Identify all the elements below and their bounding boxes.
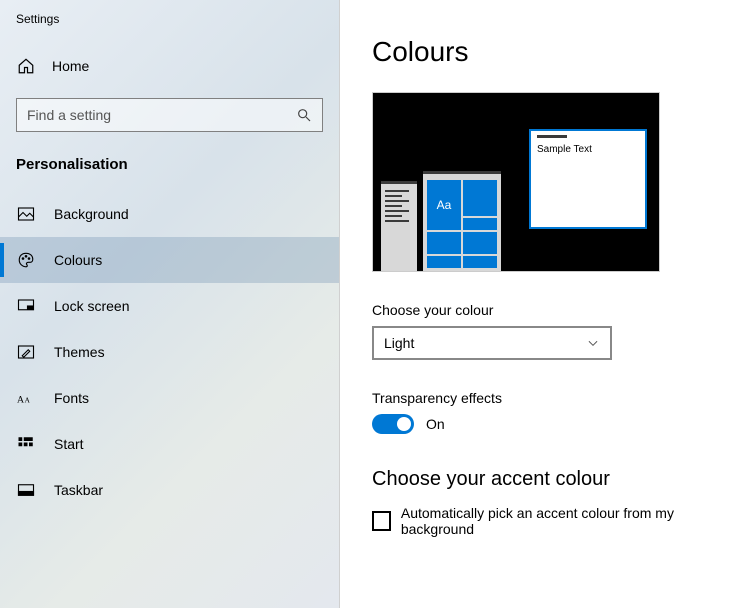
- window-title: Settings: [0, 12, 339, 46]
- transparency-label: Transparency effects: [372, 390, 726, 406]
- section-label: Personalisation: [0, 156, 339, 191]
- sidebar-item-label: Lock screen: [54, 298, 129, 314]
- auto-accent-checkbox[interactable]: [372, 511, 391, 531]
- preview-tile-aa: Aa: [427, 180, 461, 230]
- transparency-state: On: [426, 416, 445, 432]
- palette-icon: [16, 250, 36, 270]
- sidebar-item-label: Themes: [54, 344, 105, 360]
- preview-sample-text: Sample Text: [531, 142, 645, 157]
- sidebar-item-taskbar[interactable]: Taskbar: [0, 467, 339, 513]
- search-input[interactable]: [27, 107, 296, 123]
- auto-accent-label: Automatically pick an accent colour from…: [401, 505, 726, 537]
- sidebar-item-label: Start: [54, 436, 84, 452]
- chevron-down-icon: [586, 336, 600, 350]
- search-box[interactable]: [16, 98, 323, 132]
- theme-preview: Aa Sample Text: [372, 92, 660, 272]
- sidebar-item-start[interactable]: Start: [0, 421, 339, 467]
- home-button[interactable]: Home: [0, 46, 339, 86]
- preview-start-list: [381, 181, 417, 271]
- search-icon: [296, 107, 312, 123]
- choose-colour-label: Choose your colour: [372, 302, 726, 318]
- settings-sidebar: Settings Home Personalisation Background: [0, 0, 340, 608]
- main-content: Colours Aa: [340, 0, 750, 608]
- sidebar-item-background[interactable]: Background: [0, 191, 339, 237]
- sidebar-item-label: Taskbar: [54, 482, 103, 498]
- home-icon: [16, 56, 36, 76]
- sidebar-item-fonts[interactable]: AA Fonts: [0, 375, 339, 421]
- sidebar-item-label: Colours: [54, 252, 102, 268]
- transparency-toggle[interactable]: [372, 414, 414, 434]
- sidebar-item-label: Background: [54, 206, 129, 222]
- accent-colour-heading: Choose your accent colour: [372, 468, 726, 491]
- svg-text:A: A: [25, 396, 31, 405]
- monitor-icon: [16, 296, 36, 316]
- choose-colour-select[interactable]: Light: [372, 326, 612, 360]
- taskbar-icon: [16, 480, 36, 500]
- sidebar-item-label: Fonts: [54, 390, 89, 406]
- choose-colour-value: Light: [384, 335, 414, 351]
- pencil-icon: [16, 342, 36, 362]
- preview-window: Sample Text: [529, 129, 647, 229]
- start-icon: [16, 434, 36, 454]
- toggle-knob: [397, 417, 411, 431]
- svg-text:A: A: [17, 395, 24, 406]
- home-label: Home: [52, 58, 89, 74]
- sidebar-item-lock-screen[interactable]: Lock screen: [0, 283, 339, 329]
- sidebar-item-themes[interactable]: Themes: [0, 329, 339, 375]
- image-icon: [16, 204, 36, 224]
- sidebar-item-colours[interactable]: Colours: [0, 237, 339, 283]
- page-title: Colours: [372, 36, 726, 68]
- preview-tiles: Aa: [423, 171, 501, 271]
- font-icon: AA: [16, 388, 36, 408]
